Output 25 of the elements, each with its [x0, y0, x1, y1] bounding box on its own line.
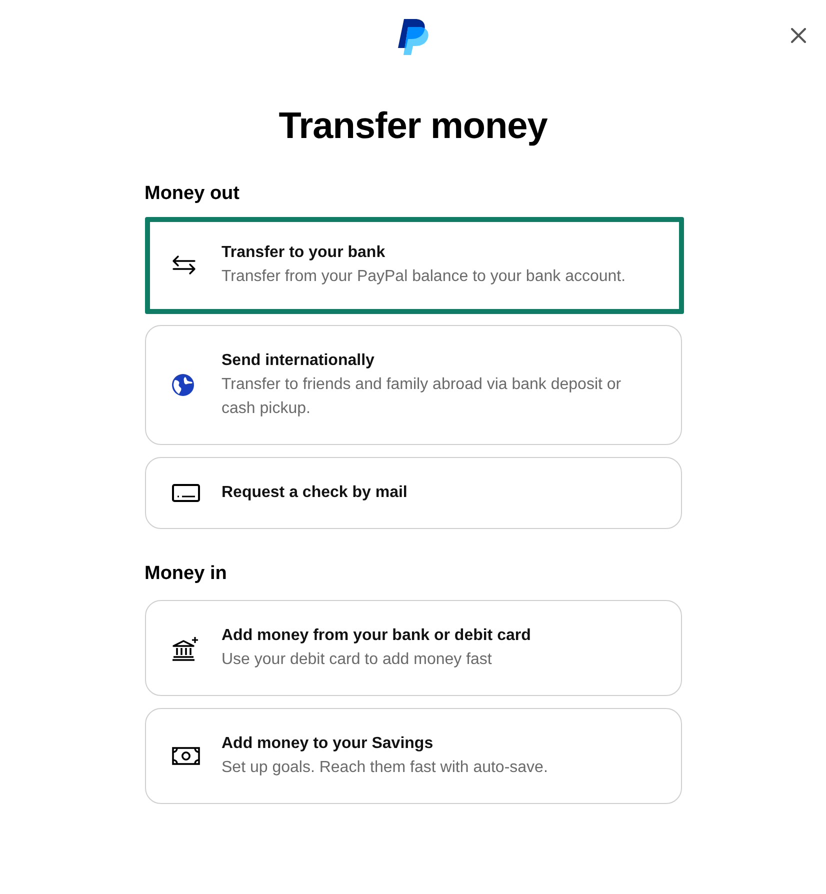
option-title: Add money from your bank or debit card	[222, 626, 532, 646]
banknote-icon	[172, 747, 200, 765]
swap-arrows-icon	[172, 255, 196, 275]
option-card[interactable]: Request a check by mail	[144, 457, 682, 529]
option-title: Request a check by mail	[222, 483, 408, 503]
option-description: Use your debit card to add money fast	[222, 650, 493, 670]
bank-plus-icon	[172, 636, 198, 660]
close-button[interactable]	[791, 28, 806, 43]
logo-icon	[398, 19, 428, 55]
option-card[interactable]: Add money to your Savings Set up goals. Reach them fast with auto-save.	[144, 708, 682, 804]
page-title: Transfer money	[278, 104, 548, 148]
option-title: Add money to your Savings	[222, 734, 434, 754]
close-icon	[791, 28, 806, 43]
option-card[interactable]: Add money from your bank or debit card Use your debit card to add money fast	[144, 600, 682, 696]
cheque-icon	[172, 484, 200, 502]
section-heading: Money out	[144, 182, 240, 206]
option-title: Send internationally	[222, 351, 376, 371]
option-card[interactable]: Send internationally Transfer to friends and family abroad via bank deposit or cash pickup.	[144, 325, 682, 445]
option-description: Transfer to friends and family abroad via bank deposit or cash pickup.	[222, 375, 622, 419]
option-description: Transfer from your PayPal balance to your bank account.	[222, 267, 627, 287]
option-card[interactable]: Transfer to your bank Transfer from your PayPal balance to your bank account.	[144, 217, 684, 314]
option-title: Transfer to your bank	[222, 243, 386, 263]
globe-icon	[172, 374, 194, 396]
option-description: Set up goals. Reach them fast with auto-save.	[222, 758, 549, 778]
section-heading: Money in	[144, 562, 227, 586]
